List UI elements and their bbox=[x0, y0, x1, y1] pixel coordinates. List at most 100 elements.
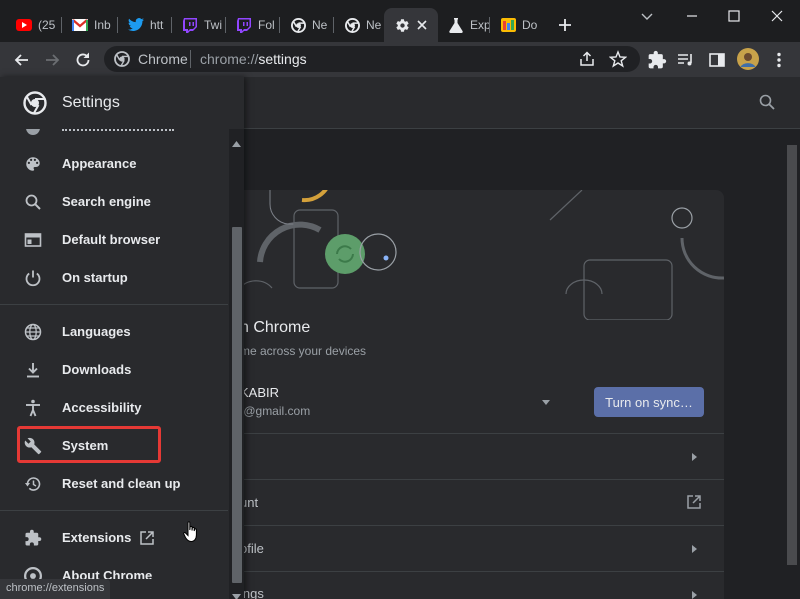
sidebar-item-on-startup[interactable]: On startup bbox=[0, 259, 228, 297]
sidebar-item-label: On startup bbox=[62, 270, 128, 285]
restore-icon bbox=[24, 475, 42, 493]
sidebar-item-downloads[interactable]: Downloads bbox=[0, 351, 228, 389]
close-window-icon[interactable] bbox=[767, 6, 787, 26]
tab-new-tab-2[interactable]: Ne bbox=[334, 8, 384, 42]
sync-card: n Chrome me across your devices KABIR t@… bbox=[230, 190, 724, 599]
search-settings-icon[interactable] bbox=[758, 93, 776, 111]
reload-icon[interactable] bbox=[73, 50, 93, 70]
account-email: t@gmail.com bbox=[240, 404, 311, 418]
page-scrollbar-thumb[interactable] bbox=[787, 145, 797, 565]
chrome-icon bbox=[290, 17, 306, 33]
tab-label: (25 bbox=[38, 18, 56, 32]
tab-label: Fol bbox=[258, 18, 275, 32]
shield-icon bbox=[26, 129, 40, 135]
new-tab-button[interactable] bbox=[556, 16, 574, 34]
sidebar-item-accessibility[interactable]: Accessibility bbox=[0, 389, 228, 427]
site-chip-label: Chrome bbox=[138, 51, 188, 67]
chevron-right-icon bbox=[690, 588, 698, 599]
flask-icon bbox=[448, 17, 464, 33]
sidebar-item-label: Reset and clean up bbox=[62, 476, 181, 491]
sidebar-item-about-chrome[interactable]: About Chrome bbox=[0, 557, 228, 579]
youtube-icon bbox=[16, 17, 32, 33]
forward-arrow-icon[interactable] bbox=[42, 50, 62, 70]
account-dropdown-chevron-icon[interactable] bbox=[540, 394, 552, 405]
chrome-icon bbox=[114, 51, 130, 67]
tab-twitter[interactable]: htt bbox=[118, 8, 172, 42]
sidebar-item-label: Downloads bbox=[62, 362, 132, 377]
chevron-right-icon bbox=[690, 450, 698, 468]
power-icon bbox=[24, 269, 42, 287]
scroll-down-arrow-icon[interactable] bbox=[232, 587, 241, 599]
tab-label: Exp bbox=[470, 18, 490, 32]
sidebar-item-label: Accessibility bbox=[62, 400, 142, 415]
tab-label: Inb bbox=[94, 18, 111, 32]
bookmark-star-icon[interactable] bbox=[608, 50, 628, 68]
sidebar-item-appearance[interactable]: Appearance bbox=[0, 145, 228, 183]
share-icon[interactable] bbox=[578, 50, 596, 68]
scroll-up-arrow-icon[interactable] bbox=[232, 134, 241, 152]
browser-window-icon bbox=[24, 231, 42, 249]
download-icon bbox=[24, 361, 42, 379]
sidebar-item-reset[interactable]: Reset and clean up bbox=[0, 465, 228, 503]
globe-icon bbox=[24, 323, 42, 341]
sync-heading: n Chrome bbox=[240, 319, 311, 336]
open-external-icon bbox=[685, 493, 703, 516]
palette-icon bbox=[24, 155, 42, 173]
chrome-logo-icon bbox=[23, 91, 47, 115]
tab-settings[interactable] bbox=[384, 8, 438, 42]
drawer-scrollbar-thumb[interactable] bbox=[232, 227, 242, 583]
close-tab-icon[interactable] bbox=[414, 17, 430, 33]
minimize-icon[interactable] bbox=[682, 6, 702, 26]
tab-gmail[interactable]: Inb bbox=[62, 8, 118, 42]
chrome-icon bbox=[344, 17, 360, 33]
settings-row-import[interactable]: ings bbox=[230, 571, 724, 599]
settings-row-account[interactable]: unt bbox=[230, 479, 724, 525]
maximize-icon[interactable] bbox=[724, 6, 744, 26]
sync-illustration bbox=[239, 190, 724, 320]
turn-on-sync-button[interactable]: Turn on sync… bbox=[594, 387, 704, 417]
cutoff-text bbox=[62, 129, 174, 131]
tab-new-tab-1[interactable]: Ne bbox=[280, 8, 334, 42]
sidebar-item-languages[interactable]: Languages bbox=[0, 313, 228, 351]
hand-cursor-icon bbox=[183, 521, 199, 543]
open-external-icon bbox=[138, 529, 156, 547]
system-highlight-box bbox=[17, 426, 161, 463]
twitter-icon bbox=[128, 17, 144, 33]
docs-icon bbox=[500, 17, 516, 33]
account-name: KABIR bbox=[240, 385, 280, 400]
sidebar-item-search-engine[interactable]: Search engine bbox=[0, 183, 228, 221]
media-queue-icon[interactable] bbox=[676, 50, 696, 70]
url-scheme: chrome:// bbox=[200, 51, 259, 67]
sidebar-item-label: About Chrome bbox=[62, 568, 153, 579]
tab-youtube[interactable]: (25 bbox=[6, 8, 62, 42]
tab-label: Twi bbox=[204, 18, 222, 32]
drawer-title: Settings bbox=[62, 94, 120, 111]
status-bar-url: chrome://extensions bbox=[0, 579, 111, 599]
twitch-icon bbox=[182, 17, 198, 33]
extensions-puzzle-icon[interactable] bbox=[647, 50, 667, 70]
sync-subtitle: me across your devices bbox=[240, 344, 367, 358]
tab-docs[interactable]: Do bbox=[490, 8, 544, 42]
more-menu-icon[interactable] bbox=[769, 50, 789, 70]
sidebar-item-label: Default browser bbox=[62, 232, 161, 247]
twitch-icon bbox=[236, 17, 252, 33]
page-scrollbar[interactable] bbox=[784, 129, 800, 599]
side-panel-icon[interactable] bbox=[707, 50, 727, 70]
url-path: settings bbox=[258, 51, 307, 67]
back-arrow-icon[interactable] bbox=[12, 50, 32, 70]
accessibility-icon bbox=[24, 399, 42, 417]
settings-row-profile[interactable]: ofile bbox=[230, 525, 724, 571]
tab-label: Do bbox=[522, 18, 538, 32]
omnibox-divider bbox=[190, 50, 191, 68]
sidebar-item-default-browser[interactable]: Default browser bbox=[0, 221, 228, 259]
profile-avatar[interactable] bbox=[737, 48, 759, 70]
tab-twitch-2[interactable]: Fol bbox=[226, 8, 280, 42]
address-bar[interactable]: Chrome chrome://settings bbox=[104, 46, 640, 72]
chrome-icon bbox=[24, 567, 42, 579]
sidebar-item-label: Languages bbox=[62, 324, 131, 339]
tab-experiments[interactable]: Exp bbox=[438, 8, 490, 42]
tab-search-icon[interactable] bbox=[637, 6, 657, 26]
tab-twitch-1[interactable]: Twi bbox=[172, 8, 226, 42]
settings-row-sync-services[interactable] bbox=[230, 433, 724, 479]
sidebar-item-label: Search engine bbox=[62, 194, 151, 209]
